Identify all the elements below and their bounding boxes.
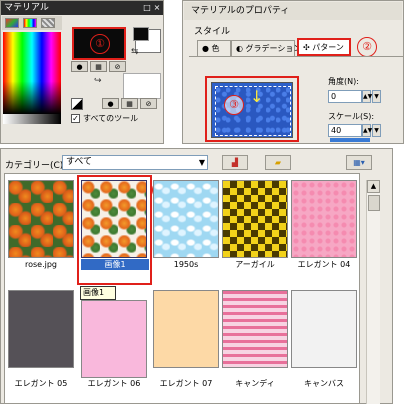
rainbow-tab-icon[interactable]: [23, 18, 37, 28]
pattern-label: エレガント 04: [297, 260, 351, 269]
scale-spinner-icon[interactable]: ▲▼: [362, 124, 372, 137]
pattern-thumb-argyle[interactable]: [222, 180, 288, 258]
pattern-preview[interactable]: ③ ↓: [211, 82, 293, 138]
pattern-label: アーガイル: [235, 260, 275, 269]
color-spectrum[interactable]: [3, 32, 61, 114]
bg-transparent-button-icon[interactable]: ⊘: [140, 98, 157, 109]
background-material-swatch[interactable]: [123, 73, 161, 99]
dialog-title: マテリアルのプロパティ: [184, 2, 402, 20]
tooltip: 画像1: [80, 286, 116, 300]
materials-title: マテリアル: [1, 1, 163, 15]
circle-icon: ●: [202, 44, 209, 53]
half-circle-icon: ◐: [236, 44, 243, 53]
chevron-down-icon: ▼: [198, 158, 205, 167]
folder-icon: ▰: [274, 158, 282, 167]
marker-3: ③: [224, 95, 244, 115]
all-tools-label: すべてのツール: [83, 114, 139, 123]
swap-arrow-icon[interactable]: ↪: [94, 76, 102, 86]
restore-button[interactable]: □: [143, 3, 151, 12]
angle-label: 角度(N):: [328, 77, 359, 86]
view-options-button[interactable]: ▦▾: [346, 155, 372, 170]
scale-label: スケール(S):: [328, 112, 375, 121]
category-select-value: すべて: [66, 157, 93, 167]
pattern-label: rose.jpg: [24, 260, 58, 269]
pattern-thumb-rose[interactable]: [8, 180, 74, 258]
scale-dropdown-icon[interactable]: ▼: [372, 124, 381, 137]
pattern-label: エレガント 07: [159, 379, 213, 388]
texture-button-icon[interactable]: ▦: [90, 61, 107, 72]
pattern-label-selected: 画像1: [81, 259, 149, 270]
vertical-scrollbar[interactable]: ▲: [366, 180, 380, 404]
pattern-thumb-gazo1[interactable]: [81, 180, 147, 258]
pattern-thumb-elegant05[interactable]: [8, 290, 74, 368]
resource-folder-button[interactable]: ▰: [265, 155, 291, 170]
pattern-thumb-elegant06[interactable]: [81, 300, 147, 378]
pattern-thumb-elegant04[interactable]: [291, 180, 357, 258]
bg-texture-button-icon[interactable]: ▦: [121, 98, 138, 109]
swatch-tab-icon[interactable]: [41, 18, 55, 28]
tab-pattern[interactable]: ✣ パターン: [297, 38, 351, 56]
frame-tab-icon[interactable]: [5, 18, 19, 28]
reset-colors-icon[interactable]: [71, 98, 83, 110]
view-grid-icon: ▦▾: [353, 158, 365, 167]
pattern-thumb-1950s[interactable]: [153, 180, 219, 258]
edit-category-icon: ▟: [231, 158, 239, 167]
angle-spinner-icon[interactable]: ▲▼: [362, 90, 372, 103]
tab-pattern-label: パターン: [312, 43, 344, 52]
pattern-thumb-candy[interactable]: [222, 290, 288, 368]
pattern-label: キャンバス: [304, 379, 344, 388]
pattern-thumb-elegant07[interactable]: [153, 290, 219, 368]
pattern-label: キャンディ: [235, 379, 275, 388]
materials-panel: マテリアル □ × ① ⇆ ● ▦ ⊘ ↪ ● ▦ ⊘ ✓ すべてのツール: [0, 0, 164, 144]
pattern-label: エレガント 05: [14, 379, 68, 388]
tab-gradient[interactable]: ◐ グラデーション: [231, 40, 301, 56]
angle-dropdown-icon[interactable]: ▼: [372, 90, 381, 103]
scale-input[interactable]: 40: [328, 124, 362, 137]
tab-color-label: 色: [211, 44, 220, 53]
tab-color[interactable]: ● 色: [197, 40, 231, 56]
category-label: カテゴリー(C):: [5, 161, 67, 171]
pattern-label: 1950s: [173, 260, 199, 269]
transparent-button-icon[interactable]: ⊘: [109, 61, 126, 72]
pattern-label: エレガント 06: [87, 379, 141, 388]
category-select[interactable]: すべて ▼: [62, 155, 208, 170]
tab-gradient-label: グラデーション: [245, 44, 302, 53]
style-label: スタイル: [194, 27, 231, 37]
materials-tab-strip: [2, 16, 62, 30]
pattern-icon: ✣: [303, 43, 310, 52]
close-button[interactable]: ×: [153, 3, 161, 12]
all-tools-checkbox[interactable]: ✓: [71, 114, 80, 123]
scroll-up-icon[interactable]: ▲: [367, 180, 380, 193]
edit-category-button[interactable]: ▟: [222, 155, 248, 170]
marker-2: ②: [357, 37, 377, 57]
pattern-center-arrow-icon[interactable]: ↓: [250, 87, 263, 107]
scale-slider[interactable]: [330, 138, 370, 142]
grayscale-bar[interactable]: [3, 114, 61, 124]
pattern-thumb-canvas[interactable]: [291, 290, 357, 368]
angle-input[interactable]: 0: [328, 90, 362, 103]
style-button-icon[interactable]: ●: [71, 61, 88, 72]
foreground-color-swatch[interactable]: [133, 27, 149, 41]
bg-style-button-icon[interactable]: ●: [102, 98, 119, 109]
swap-colors-icon[interactable]: ⇆: [131, 47, 139, 57]
foreground-material-swatch[interactable]: ①: [72, 27, 126, 60]
scroll-thumb[interactable]: [368, 195, 380, 211]
marker-1: ①: [90, 34, 110, 54]
